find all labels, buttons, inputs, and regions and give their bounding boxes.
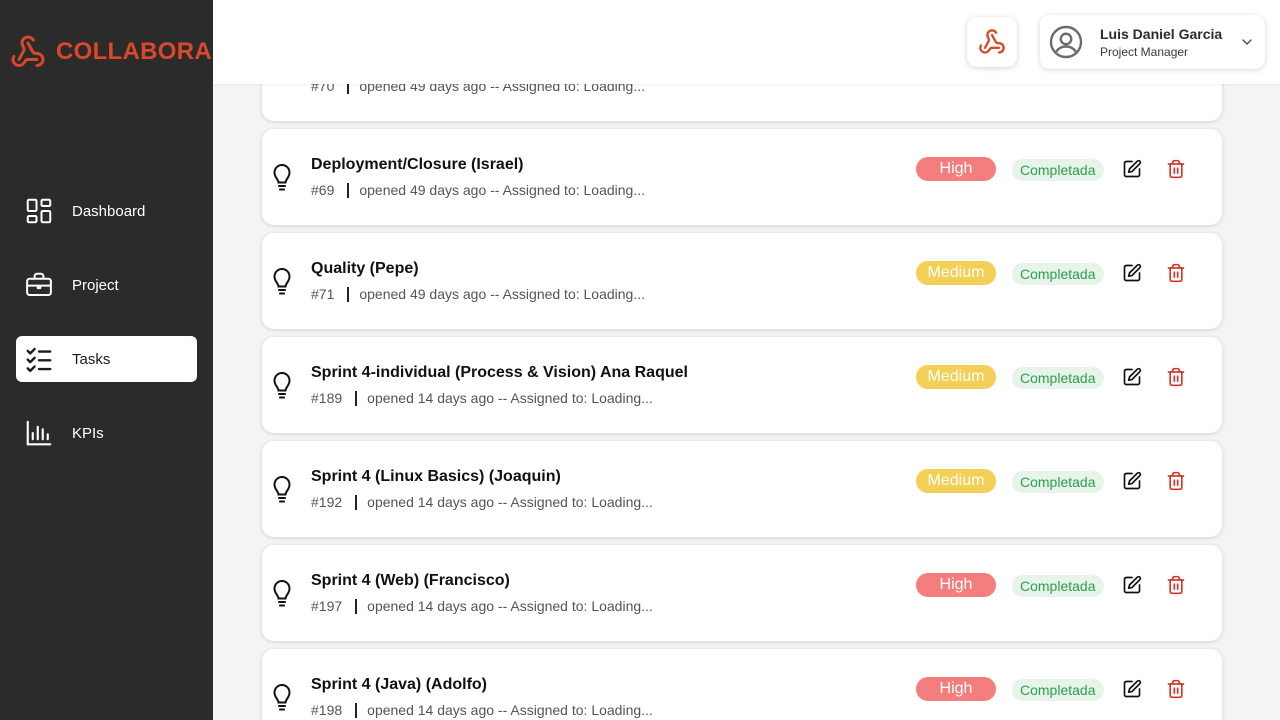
sidebar-item-label: Tasks (72, 350, 111, 368)
user-info: Luis Daniel Garcia Project Manager (1100, 26, 1222, 59)
lightbulb-icon (273, 476, 291, 503)
task-id: #71 (311, 286, 335, 302)
user-avatar-icon (1049, 25, 1083, 59)
priority-badge: High (916, 157, 996, 181)
trash-icon[interactable] (1166, 575, 1186, 595)
task-card[interactable]: Quality (Pepe) #71 opened 49 days ago -- … (262, 233, 1222, 329)
priority-badge: Medium (916, 261, 996, 285)
lightbulb-icon (273, 372, 291, 399)
task-meta: #189 opened 14 days ago -- Assigned to: L… (311, 390, 653, 406)
task-id: #197 (311, 598, 343, 614)
checklist-icon (26, 347, 52, 373)
bar-chart-icon (26, 420, 52, 446)
trash-icon[interactable] (1166, 679, 1186, 699)
task-opened-info: opened 14 days ago -- Assigned to: Loadi… (367, 702, 653, 718)
sidebar-item-dashboard[interactable]: Dashboard (16, 188, 197, 234)
meta-divider (355, 702, 358, 718)
meta-divider (355, 390, 358, 406)
priority-badge: High (916, 677, 996, 701)
sidebar: COLLABORA Dashboard Project Tasks KPIs (0, 0, 213, 720)
lightbulb-icon (273, 684, 291, 711)
priority-badge: Medium (916, 365, 996, 389)
status-badge: Completada (1012, 575, 1104, 597)
task-list: #70 opened 49 days ago -- Assigned to: Lo… (262, 25, 1222, 720)
brand-name: COLLABORA (56, 38, 213, 65)
priority-badge: High (916, 573, 996, 597)
meta-divider (347, 286, 350, 302)
meta-divider (355, 598, 358, 614)
task-opened-info: opened 14 days ago -- Assigned to: Loadi… (367, 494, 653, 510)
task-meta: #71 opened 49 days ago -- Assigned to: Lo… (311, 286, 645, 302)
sidebar-item-label: Project (72, 276, 119, 294)
task-meta: #69 opened 49 days ago -- Assigned to: Lo… (311, 182, 645, 198)
trash-icon[interactable] (1166, 263, 1186, 283)
task-id: #69 (311, 182, 335, 198)
lightbulb-icon (273, 268, 291, 295)
task-card[interactable]: Deployment/Closure (Israel) #69 opened 49… (262, 129, 1222, 225)
task-title[interactable]: Sprint 4 (Web) (Francisco) (311, 572, 510, 590)
status-badge: Completada (1012, 263, 1104, 285)
edit-icon[interactable] (1122, 159, 1142, 179)
webhook-icon (979, 29, 1005, 54)
edit-icon[interactable] (1122, 575, 1142, 595)
brand-logo[interactable]: COLLABORA (10, 34, 212, 70)
user-name: Luis Daniel Garcia (1100, 25, 1223, 42)
task-meta: #192 opened 14 days ago -- Assigned to: L… (311, 494, 653, 510)
sidebar-item-tasks[interactable]: Tasks (16, 336, 197, 382)
status-badge: Completada (1012, 367, 1104, 389)
edit-icon[interactable] (1122, 263, 1142, 283)
meta-divider (347, 182, 350, 198)
sidebar-item-kpis[interactable]: KPIs (16, 410, 197, 456)
sidebar-item-project[interactable]: Project (16, 262, 197, 308)
status-badge: Completada (1012, 679, 1104, 701)
sidebar-item-label: KPIs (72, 424, 104, 442)
edit-icon[interactable] (1122, 679, 1142, 699)
task-meta: #198 opened 14 days ago -- Assigned to: L… (311, 702, 653, 718)
app-logo-button[interactable] (967, 17, 1017, 67)
edit-icon[interactable] (1122, 367, 1142, 387)
task-title[interactable]: Quality (Pepe) (311, 260, 419, 278)
trash-icon[interactable] (1166, 471, 1186, 491)
task-card[interactable]: Sprint 4 (Web) (Francisco) #197 opened 14… (262, 545, 1222, 641)
task-title[interactable]: Sprint 4-individual (Process & Vision) A… (311, 364, 688, 382)
briefcase-icon (26, 272, 52, 296)
meta-divider (355, 494, 358, 510)
task-card[interactable]: Sprint 4 (Java) (Adolfo) #198 opened 14 d… (262, 649, 1222, 720)
task-id: #192 (311, 494, 343, 510)
task-title[interactable]: Deployment/Closure (Israel) (311, 156, 524, 174)
lightbulb-icon (273, 164, 291, 191)
task-card[interactable]: Sprint 4 (Linux Basics) (Joaquin) #192 op… (262, 441, 1222, 537)
task-card[interactable]: Sprint 4-individual (Process & Vision) A… (262, 337, 1222, 433)
task-id: #198 (311, 702, 343, 718)
webhook-icon (11, 35, 45, 67)
sidebar-item-label: Dashboard (72, 202, 146, 220)
trash-icon[interactable] (1166, 367, 1186, 387)
task-opened-info: opened 49 days ago -- Assigned to: Loadi… (359, 182, 646, 198)
task-opened-info: opened 49 days ago -- Assigned to: Loadi… (359, 286, 646, 302)
task-opened-info: opened 14 days ago -- Assigned to: Loadi… (367, 390, 653, 406)
user-role: Project Manager (1100, 44, 1189, 59)
user-menu[interactable]: Luis Daniel Garcia Project Manager (1040, 15, 1265, 69)
edit-icon[interactable] (1122, 471, 1142, 491)
task-meta: #197 opened 14 days ago -- Assigned to: L… (311, 598, 653, 614)
task-title[interactable]: Sprint 4 (Linux Basics) (Joaquin) (311, 468, 561, 486)
status-badge: Completada (1012, 159, 1104, 181)
chevron-down-icon (1242, 39, 1252, 45)
task-id: #189 (311, 390, 343, 406)
dashboard-icon (26, 198, 52, 224)
top-header: Luis Daniel Garcia Project Manager (213, 0, 1280, 84)
trash-icon[interactable] (1166, 159, 1186, 179)
task-title[interactable]: Sprint 4 (Java) (Adolfo) (311, 676, 487, 694)
task-opened-info: opened 14 days ago -- Assigned to: Loadi… (367, 598, 653, 614)
priority-badge: Medium (916, 469, 996, 493)
status-badge: Completada (1012, 471, 1104, 493)
lightbulb-icon (273, 580, 291, 607)
